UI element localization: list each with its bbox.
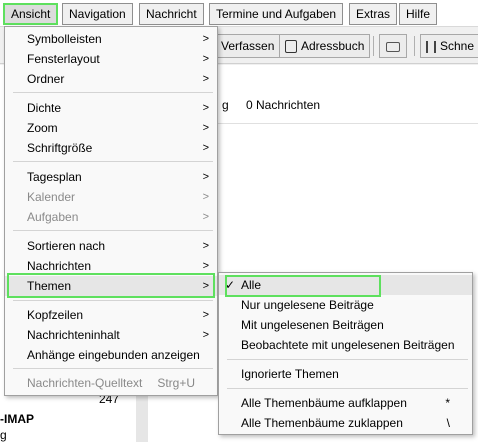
menu-separator (13, 230, 213, 231)
submenu-item-zuklappen[interactable]: Alle Themenbäume zuklappen \ (219, 413, 472, 433)
menu-hilfe[interactable]: Hilfe (399, 3, 438, 25)
menu-item-aufgaben: Aufgaben > (5, 207, 217, 227)
menu-item-symbolleisten[interactable]: Symbolleisten > (5, 29, 217, 49)
submenu-item-ignorierte-themen[interactable]: Ignorierte Themen (219, 364, 472, 384)
menu-item-sortieren-nach[interactable]: Sortieren nach > (5, 236, 217, 256)
message-count: 0 Nachrichten (246, 98, 321, 112)
chevron-right-icon: > (202, 102, 209, 114)
menu-item-zoom[interactable]: Zoom > (5, 118, 217, 138)
menu-separator (13, 161, 213, 162)
toolbar-separator (373, 36, 374, 56)
menu-item-nachrichten-quelltext: Nachrichten-Quelltext Strg+U (27, 376, 195, 390)
chevron-right-icon: > (202, 171, 209, 183)
alle-highlight-outline (225, 275, 381, 297)
addressbook-button[interactable]: Adressbuch (279, 34, 371, 58)
menu-item-anhaenge-eingebunden[interactable]: Anhänge eingebunden anzeigen (5, 345, 217, 365)
print-button[interactable] (379, 34, 407, 58)
menu-item-tagesplan[interactable]: Tagesplan > (5, 167, 217, 187)
themen-highlight-outline (7, 273, 215, 298)
menu-extras[interactable]: Extras (349, 3, 398, 25)
themes-submenu: ✓ Alle Nur ungelesene Beiträge Mit ungel… (218, 272, 473, 435)
folder-name-fragment[interactable]: -IMAP (0, 412, 34, 426)
menu-item-dichte[interactable]: Dichte > (5, 98, 217, 118)
addressbook-label: Adressbuch (301, 39, 365, 53)
filter-icon (426, 40, 436, 53)
addressbook-icon (285, 40, 297, 54)
menu-separator (227, 388, 468, 389)
menu-separator (13, 368, 213, 369)
menu-item-nachrichteninhalt[interactable]: Nachrichteninhalt > (5, 325, 217, 345)
menu-item-fensterlayout[interactable]: Fensterlayout > (5, 49, 217, 69)
chevron-right-icon: > (202, 53, 209, 65)
menu-separator (227, 359, 468, 360)
menu-separator (13, 300, 213, 301)
chevron-right-icon: > (202, 329, 209, 341)
menu-item-kopfzeilen[interactable]: Kopfzeilen > (5, 305, 217, 325)
chevron-right-icon: > (202, 122, 209, 134)
chevron-right-icon: > (202, 211, 209, 223)
submenu-item-mit-ungelesenen[interactable]: Mit ungelesenen Beiträgen (219, 315, 472, 335)
submenu-item-aufklappen[interactable]: Alle Themenbäume aufklappen * (219, 393, 472, 413)
write-label: Verfassen (221, 39, 275, 53)
menu-item-ordner[interactable]: Ordner > (5, 69, 217, 89)
submenu-item-nur-ungelesene[interactable]: Nur ungelesene Beiträge (219, 295, 472, 315)
chevron-right-icon: > (202, 33, 209, 45)
quick-filter-label: Schne (440, 39, 475, 53)
view-menu: Symbolleisten > Fensterlayout > Ordner > Di… (4, 26, 218, 396)
menu-separator (13, 92, 213, 93)
chevron-right-icon: > (202, 309, 209, 321)
menu-ansicht[interactable]: Ansicht (3, 3, 59, 25)
header-fragment: g (222, 98, 229, 112)
chevron-right-icon: > (202, 240, 209, 252)
menu-navigation[interactable]: Navigation (62, 3, 133, 25)
submenu-item-beobachtete[interactable]: Beobachtete mit ungelesenen Beiträgen (219, 335, 472, 355)
quick-filter-button[interactable]: Schne (420, 34, 478, 58)
chevron-right-icon: > (202, 142, 209, 154)
folder-fragment: g (0, 428, 7, 442)
menu-item-kalender: Kalender > (5, 187, 217, 207)
print-icon (386, 41, 400, 52)
menu-termine[interactable]: Termine und Aufgaben (209, 3, 344, 25)
menu-bar: Ansicht Navigation Nachricht Termine und… (0, 0, 478, 27)
chevron-right-icon: > (202, 191, 209, 203)
toolbar-separator (414, 36, 415, 56)
chevron-right-icon: > (202, 73, 209, 85)
menu-nachricht[interactable]: Nachricht (139, 3, 204, 25)
menu-item-schriftgroesse[interactable]: Schriftgröße > (5, 138, 217, 158)
